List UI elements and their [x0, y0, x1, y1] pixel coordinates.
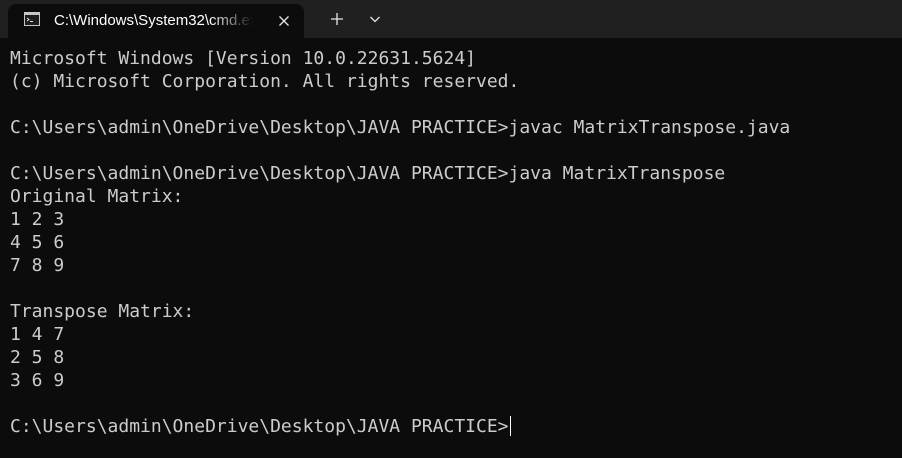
console-line-text: 1 2 3: [10, 209, 65, 230]
console-line: Original Matrix:: [10, 185, 894, 208]
console-line: 4 5 6: [10, 231, 894, 254]
close-icon[interactable]: [276, 13, 292, 29]
console-line: Microsoft Windows [Version 10.0.22631.56…: [10, 47, 894, 70]
console-line: 2 5 8: [10, 346, 894, 369]
console-line-text: 3 6 9: [10, 370, 65, 391]
tab-dropdown-button[interactable]: [360, 4, 390, 34]
chevron-down-icon: [360, 4, 390, 34]
console-line: 7 8 9: [10, 254, 894, 277]
console-line: (c) Microsoft Corporation. All rights re…: [10, 70, 894, 93]
console-line-text: 2 5 8: [10, 347, 65, 368]
tab-cmd[interactable]: C:\Windows\System32\cmd.exe: [8, 4, 304, 38]
console-line-text: C:\Users\admin\OneDrive\Desktop\JAVA PRA…: [10, 117, 791, 138]
console-line-text: (c) Microsoft Corporation. All rights re…: [10, 71, 520, 92]
cmd-icon: [24, 12, 40, 26]
console-line-text: 4 5 6: [10, 232, 65, 253]
console-line: Transpose Matrix:: [10, 300, 894, 323]
console-line-text: C:\Users\admin\OneDrive\Desktop\JAVA PRA…: [10, 163, 726, 184]
tab-title: C:\Windows\System32\cmd.exe: [54, 12, 254, 29]
terminal-window: C:\Windows\System32\cmd.exe Microsoft Wi…: [0, 0, 902, 458]
console-line-text: Microsoft Windows [Version 10.0.22631.56…: [10, 48, 476, 69]
console-output[interactable]: Microsoft Windows [Version 10.0.22631.56…: [10, 47, 894, 438]
console-line-text: 7 8 9: [10, 255, 65, 276]
console-line-text: C:\Users\admin\OneDrive\Desktop\JAVA PRA…: [10, 416, 509, 437]
console-line: C:\Users\admin\OneDrive\Desktop\JAVA PRA…: [10, 415, 894, 438]
console-line: C:\Users\admin\OneDrive\Desktop\JAVA PRA…: [10, 116, 894, 139]
text-cursor: [509, 416, 511, 436]
console-line: 1 4 7: [10, 323, 894, 346]
console-line: 1 2 3: [10, 208, 894, 231]
tab-bar: C:\Windows\System32\cmd.exe: [0, 0, 902, 38]
console-line: 3 6 9: [10, 369, 894, 392]
console-line-text: 1 4 7: [10, 324, 65, 345]
console-line-text: Transpose Matrix:: [10, 301, 195, 322]
new-tab-button[interactable]: [320, 4, 354, 34]
console-line: C:\Users\admin\OneDrive\Desktop\JAVA PRA…: [10, 162, 894, 185]
console-line-text: Original Matrix:: [10, 186, 184, 207]
